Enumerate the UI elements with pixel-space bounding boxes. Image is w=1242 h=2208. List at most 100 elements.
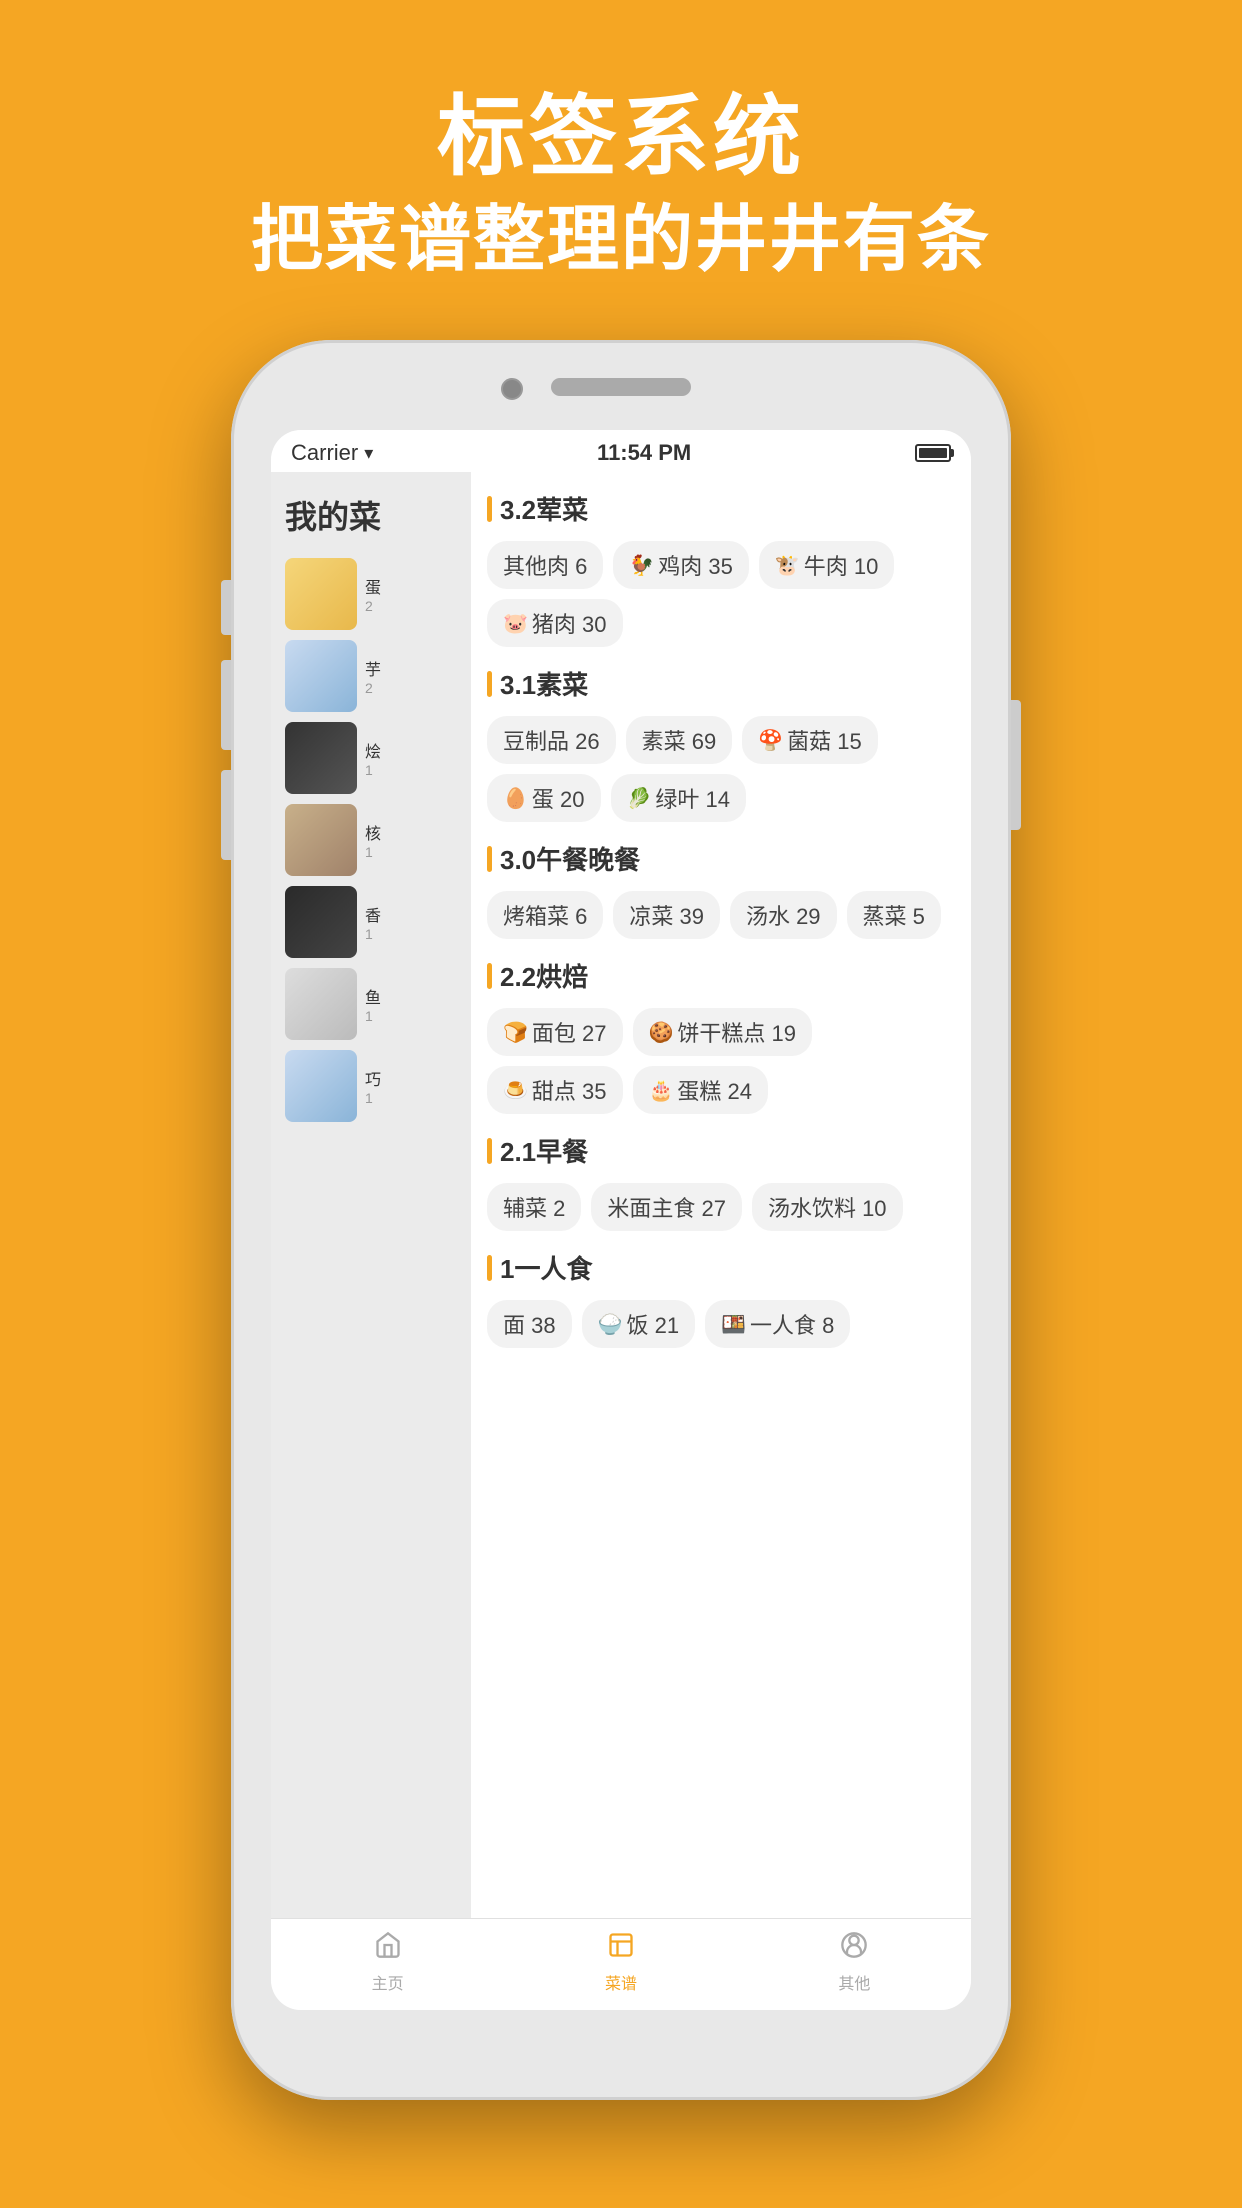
tag-label: 烤箱菜 6 [503,899,587,931]
sidebar-title: 我的菜 [285,492,457,538]
tag-emoji: 🍪 [649,1020,674,1045]
recipe-thumbnail [285,722,357,794]
tag-label: 猪肉 30 [532,607,607,639]
tag-item[interactable]: 辅菜 2 [487,1183,581,1231]
tag-label: 蛋糕 24 [677,1074,752,1106]
tag-label: 汤水 29 [746,899,821,931]
tag-item[interactable]: 面 38 [487,1300,572,1348]
tags-container: 其他肉 6🐓鸡肉 35🐮牛肉 10🐷猪肉 30 [487,541,955,647]
category-title: 2.1早餐 [487,1132,955,1169]
category-title: 3.1素菜 [487,665,955,702]
tag-item[interactable]: 豆制品 26 [487,716,616,764]
tag-label: 绿叶 14 [655,782,730,814]
tag-item[interactable]: 🍄菌菇 15 [742,716,878,764]
tag-item[interactable]: 米面主食 27 [591,1183,742,1231]
tag-item[interactable]: 素菜 69 [626,716,733,764]
tag-label: 其他肉 6 [503,549,587,581]
wifi-icon: ▾ [364,443,373,464]
tag-emoji: 🍮 [503,1078,528,1103]
status-bar: Carrier ▾ 11:54 PM [271,430,971,472]
tag-emoji: 🐷 [503,611,528,636]
status-time: 11:54 PM [597,440,691,466]
tag-emoji: 🥚 [503,786,528,811]
tag-label: 一人食 8 [750,1308,834,1340]
tab-home[interactable]: 主页 [372,1931,404,1994]
phone-frame: Carrier ▾ 11:54 PM 我的菜 蛋 2 [231,340,1011,2100]
screen-content: 我的菜 蛋 2 芋 2 烩 1 核 1 香 1 [271,472,971,1918]
tag-item[interactable]: 蒸菜 5 [847,891,941,939]
recipes-icon [607,1931,635,1966]
tag-emoji: 🎂 [649,1078,674,1103]
category-label: 3.0午餐晚餐 [500,840,640,877]
tag-label: 鸡肉 35 [658,549,733,581]
tag-item[interactable]: 🐮牛肉 10 [759,541,895,589]
recipe-item[interactable]: 芋 2 [285,640,457,712]
tag-item[interactable]: 🎂蛋糕 24 [633,1066,769,1114]
category-title: 2.2烘焙 [487,957,955,994]
tab-other[interactable]: 其他 [838,1931,870,1994]
category-bar [487,1138,492,1164]
tag-label: 辅菜 2 [503,1191,565,1223]
header-line2: 把菜谱整理的井井有条 [0,194,1242,288]
tag-item[interactable]: 汤水 29 [730,891,837,939]
tag-item[interactable]: 🍪饼干糕点 19 [633,1008,813,1056]
recipe-item[interactable]: 核 1 [285,804,457,876]
header: 标签系统 把菜谱整理的井井有条 [0,0,1242,288]
tab-bar: 主页 菜谱 其他 [271,1918,971,2010]
recipe-list: 蛋 2 芋 2 烩 1 核 1 香 1 鱼 1 [285,558,457,1122]
tag-label: 蛋 20 [532,782,585,814]
phone-side-button-3 [221,770,231,860]
recipe-item[interactable]: 烩 1 [285,722,457,794]
category-label: 3.2荤菜 [500,490,588,527]
tag-label: 素菜 69 [642,724,717,756]
tag-item[interactable]: 凉菜 39 [613,891,720,939]
tag-emoji: 🍚 [598,1312,623,1337]
home-icon [374,1931,402,1966]
recipe-item[interactable]: 香 1 [285,886,457,958]
tag-item[interactable]: 🍞面包 27 [487,1008,623,1056]
category-bar [487,963,492,989]
category-bar [487,846,492,872]
recipe-meta: 香 1 [365,902,381,942]
tag-item[interactable]: 其他肉 6 [487,541,603,589]
tag-item[interactable]: 🥚蛋 20 [487,774,601,822]
recipe-item[interactable]: 鱼 1 [285,968,457,1040]
category-label: 2.2烘焙 [500,957,588,994]
phone-side-button-2 [221,660,231,750]
recipe-meta: 核 1 [365,820,381,860]
category-3.0: 3.0午餐晚餐 烤箱菜 6 凉菜 39 汤水 29 蒸菜 5 [487,840,955,939]
tag-label: 面 38 [503,1308,556,1340]
recipe-item[interactable]: 蛋 2 [285,558,457,630]
tag-item[interactable]: 🐓鸡肉 35 [613,541,749,589]
tag-label: 凉菜 39 [629,899,704,931]
category-3.1: 3.1素菜 豆制品 26素菜 69🍄菌菇 15🥚蛋 20🥬绿叶 14 [487,665,955,822]
category-title: 1一人食 [487,1249,955,1286]
category-title: 3.2荤菜 [487,490,955,527]
tag-item[interactable]: 🍱一人食 8 [705,1300,850,1348]
sidebar: 我的菜 蛋 2 芋 2 烩 1 核 1 香 1 [271,472,471,1918]
tag-item[interactable]: 🥬绿叶 14 [611,774,747,822]
tag-emoji: 🥬 [627,786,652,811]
category-label: 3.1素菜 [500,665,588,702]
tag-label: 米面主食 27 [607,1191,726,1223]
tag-emoji: 🐓 [629,553,654,578]
category-2.2: 2.2烘焙 🍞面包 27🍪饼干糕点 19🍮甜点 35🎂蛋糕 24 [487,957,955,1114]
tag-item[interactable]: 🐷猪肉 30 [487,599,623,647]
tag-item[interactable]: 烤箱菜 6 [487,891,603,939]
tag-label: 蒸菜 5 [863,899,925,931]
recipe-thumbnail [285,886,357,958]
recipe-item[interactable]: 巧 1 [285,1050,457,1122]
recipe-meta: 烩 1 [365,738,381,778]
status-carrier: Carrier ▾ [291,440,373,466]
tab-recipes[interactable]: 菜谱 [605,1931,637,1994]
category-1: 1一人食 面 38🍚饭 21🍱一人食 8 [487,1249,955,1348]
tag-item[interactable]: 🍮甜点 35 [487,1066,623,1114]
header-line1: 标签系统 [0,80,1242,194]
tags-container: 烤箱菜 6 凉菜 39 汤水 29 蒸菜 5 [487,891,955,939]
tag-item[interactable]: 汤水饮料 10 [752,1183,903,1231]
tag-item[interactable]: 🍚饭 21 [582,1300,696,1348]
recipe-thumbnail [285,804,357,876]
main-panel[interactable]: 3.2荤菜 其他肉 6🐓鸡肉 35🐮牛肉 10🐷猪肉 30 3.1素菜 豆制品 … [471,472,971,1918]
tag-label: 甜点 35 [532,1074,607,1106]
tag-emoji: 🍱 [721,1312,746,1337]
